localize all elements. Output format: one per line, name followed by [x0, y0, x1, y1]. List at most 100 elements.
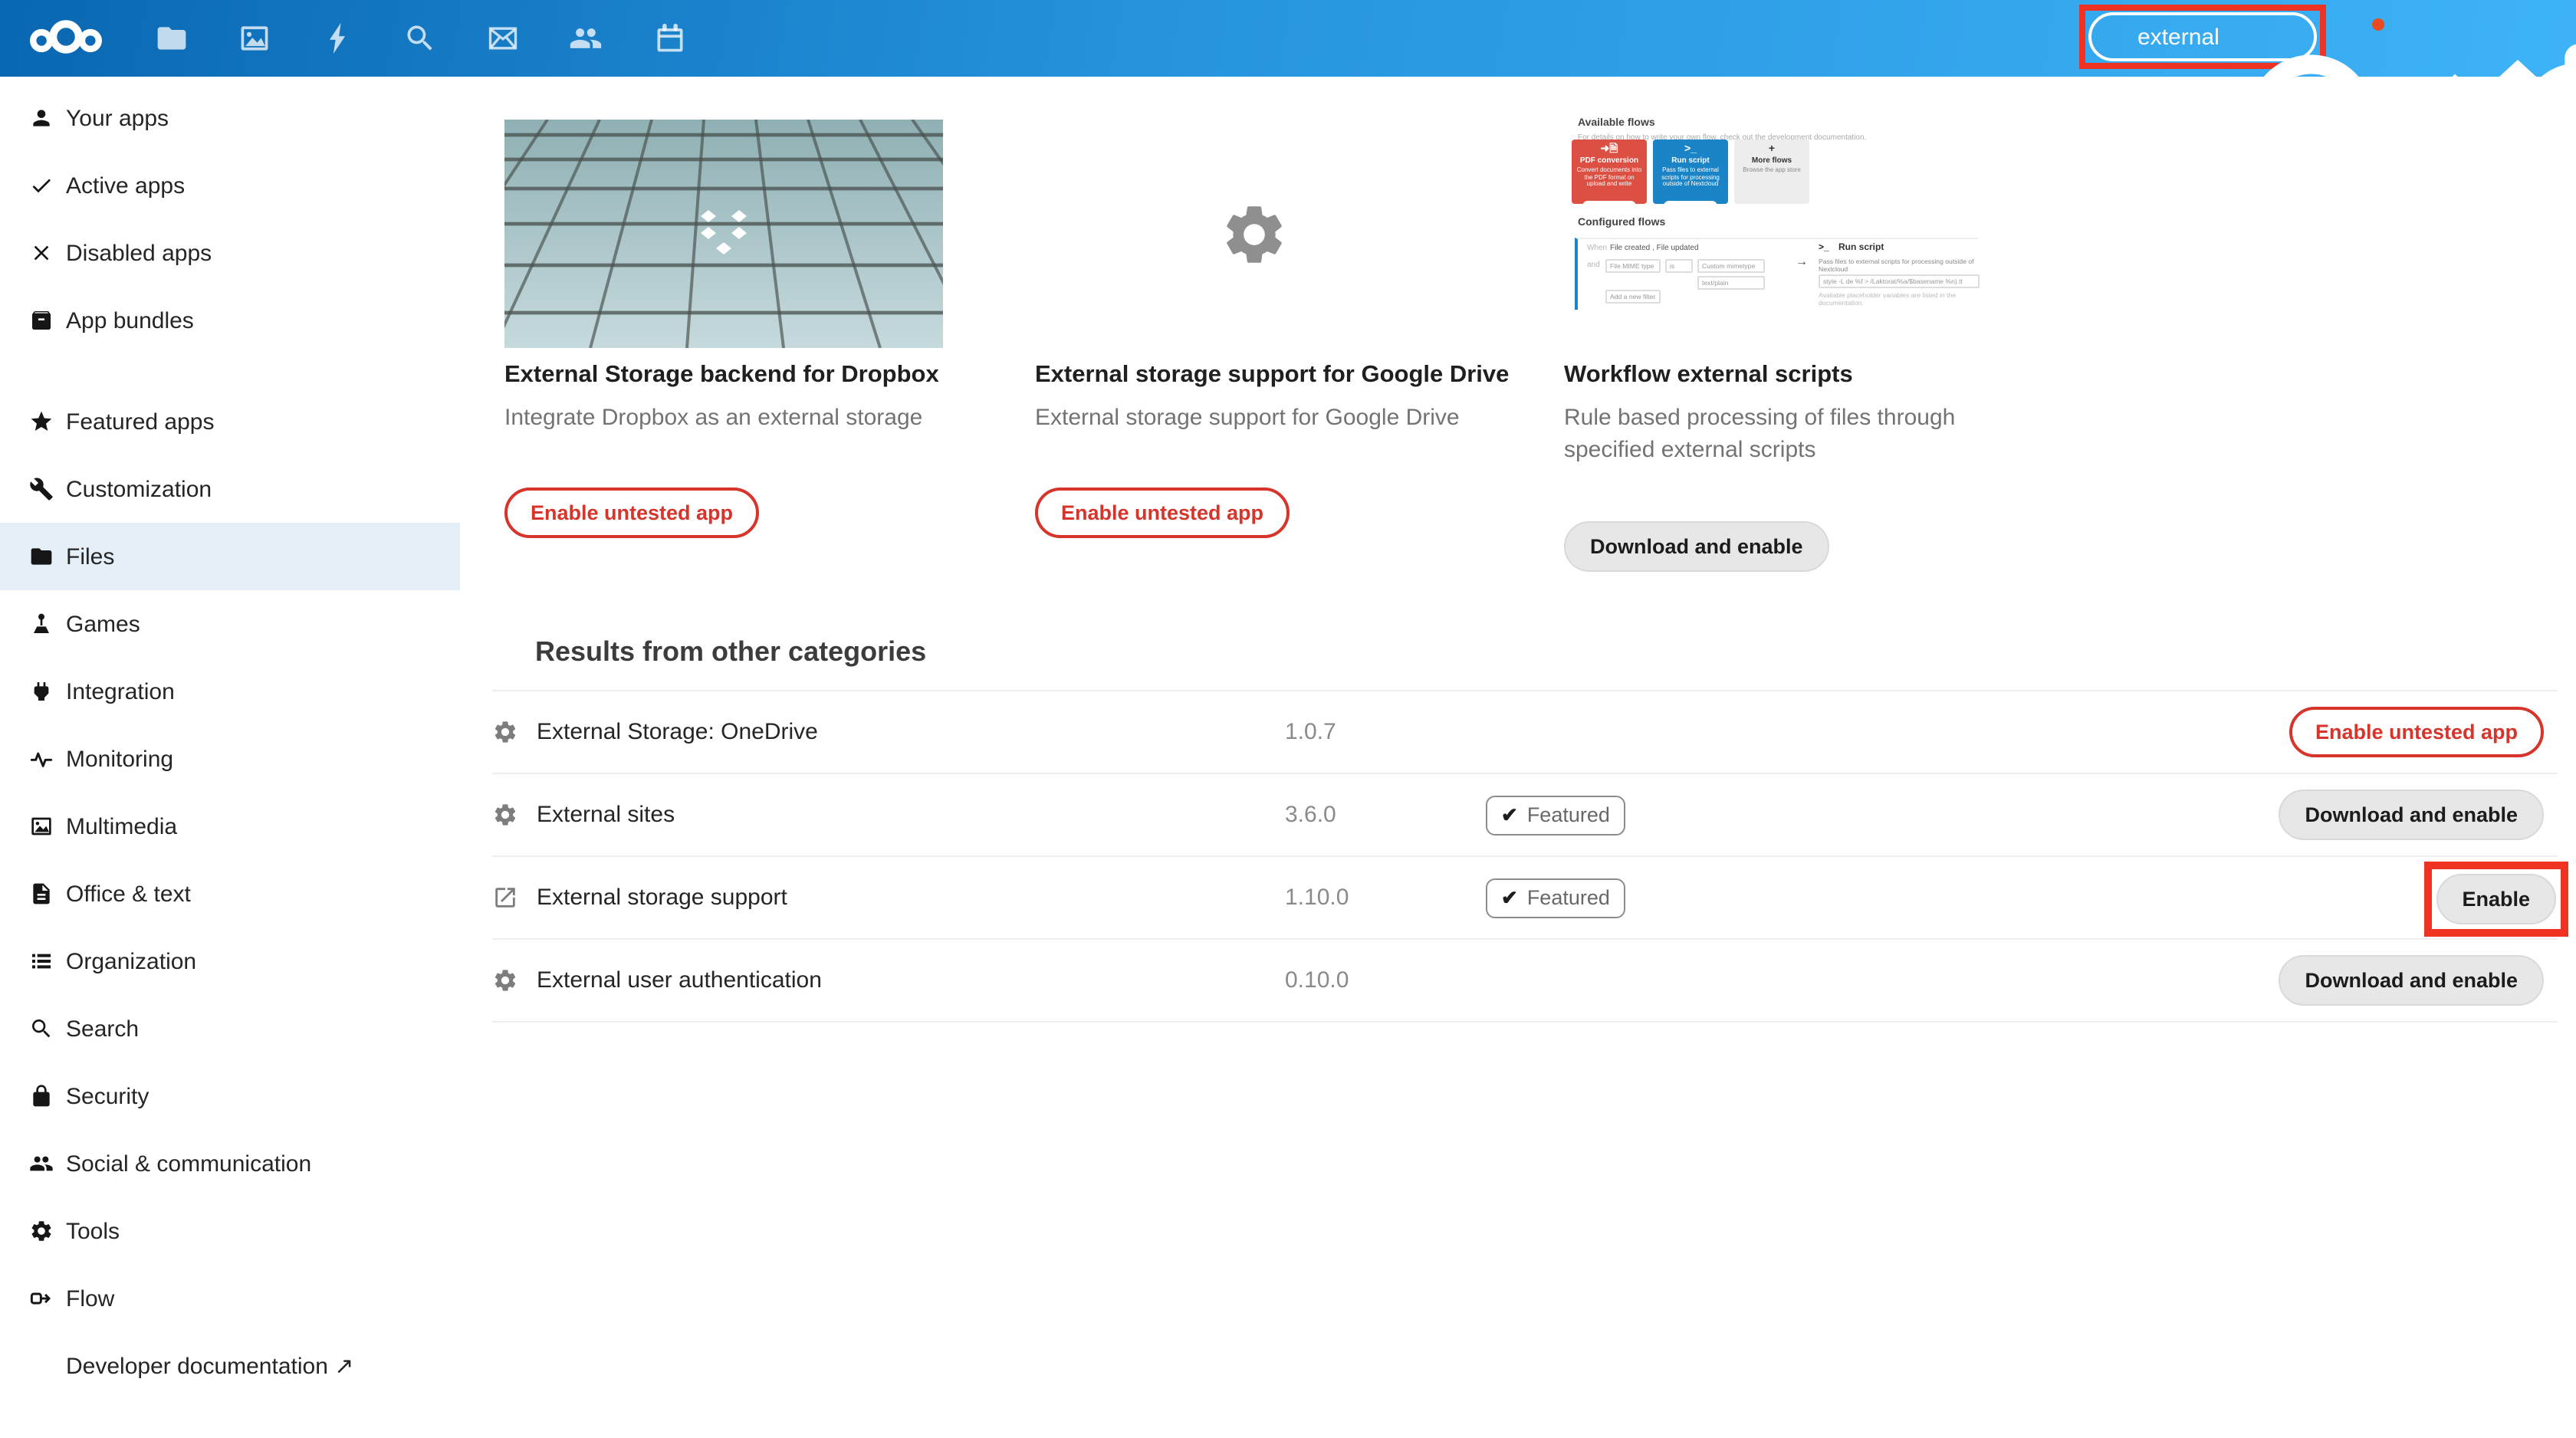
sidebar-item-social-communication[interactable]: Social & communication [0, 1130, 460, 1197]
sidebar-item-multimedia[interactable]: Multimedia [0, 793, 460, 860]
featured-badge: ✔ Featured [1486, 795, 1625, 835]
nextcloud-logo-icon[interactable] [26, 14, 106, 60]
sidebar-item-customization[interactable]: Customization [0, 455, 460, 523]
joystick-icon [29, 612, 54, 636]
bundle-icon [29, 308, 54, 333]
sidebar-item-games[interactable]: Games [0, 590, 460, 658]
folder-icon [29, 544, 54, 569]
pulse-icon [29, 747, 54, 771]
pdf-icon: ➜🗎 [1572, 144, 1647, 156]
mail-icon[interactable] [486, 21, 520, 55]
sidebar-item-search[interactable]: Search [0, 995, 460, 1062]
clear-search-icon[interactable] [2279, 26, 2300, 48]
check-icon: ✔ [1501, 803, 1518, 827]
search-input[interactable] [2137, 24, 2269, 50]
close-icon [29, 241, 54, 265]
sidebar-item-files[interactable]: Files [0, 523, 460, 590]
app-name: External storage support [537, 885, 787, 911]
app-card-subtitle: Rule based processing of files through s… [1564, 402, 1960, 466]
check-icon: ✔ [1501, 885, 1518, 910]
sidebar-item-organization[interactable]: Organization [0, 927, 460, 995]
search-annotation-highlight [2079, 5, 2326, 69]
wrench-icon [29, 477, 54, 501]
lock-icon [29, 1084, 54, 1108]
calendar-icon[interactable] [653, 21, 687, 55]
preview-flow-script: >_ Run script Pass files to external scr… [1653, 140, 1728, 204]
sidebar-item-app-bundles[interactable]: App bundles [0, 287, 460, 354]
enable-untested-app-button[interactable]: Enable untested app [2289, 707, 2544, 757]
preview-flow-more: + More flows Browse the app store [1734, 140, 1809, 204]
search-box[interactable] [2088, 12, 2317, 61]
external-link-icon [492, 885, 518, 911]
top-bar [0, 0, 2576, 77]
dropbox-app-screenshot [504, 120, 943, 348]
enable-annotation-highlight: Enable [2423, 862, 2568, 937]
check-icon [29, 173, 54, 198]
contacts-menu-icon[interactable] [2426, 20, 2461, 55]
gear-icon [492, 802, 518, 828]
arrow-right-icon: → [1796, 254, 1808, 268]
search-icon [2105, 25, 2128, 48]
notifications-bell-icon[interactable] [2349, 20, 2381, 54]
plug-icon [29, 679, 54, 704]
gear-icon [492, 719, 518, 745]
notification-dot [2372, 18, 2384, 31]
sidebar-item-featured-apps[interactable]: Featured apps [0, 388, 460, 455]
app-card-title: External Storage backend for Dropbox [504, 362, 939, 389]
table-row-external-storage-support: External storage support 1.10.0 ✔ Featur… [492, 857, 2558, 940]
preview-configured-flow: When File created , File updated and Fil… [1575, 238, 1978, 310]
plus-icon: + [1734, 144, 1809, 156]
app-version: 3.6.0 [1285, 802, 1336, 828]
active-app-caret [2499, 60, 2536, 77]
download-and-enable-button[interactable]: Download and enable [2279, 790, 2544, 840]
settings-gear-icon[interactable] [2498, 18, 2536, 57]
table-row-external-sites: External sites 3.6.0 ✔ Featured Download… [492, 774, 2558, 857]
files-folder-icon[interactable] [155, 21, 189, 55]
sidebar-item-disabled-apps[interactable]: Disabled apps [0, 219, 460, 287]
app-card-title: External storage support for Google Driv… [1035, 362, 1509, 389]
enable-untested-app-button[interactable]: Enable untested app [1035, 488, 1290, 538]
activity-bolt-icon[interactable] [320, 21, 354, 55]
app-name: External sites [537, 802, 675, 828]
gear-icon [29, 1219, 54, 1243]
apps-sidebar: Your apps Active apps Disabled apps App … [0, 77, 460, 1438]
sidebar-group-gap [0, 354, 460, 388]
sidebar-item-flow[interactable]: Flow [0, 1265, 460, 1332]
preview-flow-pdf: ➜🗎 PDF conversion Convert documents into… [1572, 140, 1647, 204]
app-name: External Storage: OneDrive [537, 719, 818, 745]
app-card-subtitle: Integrate Dropbox as an external storage [504, 402, 922, 434]
terminal-icon: >_ [1653, 144, 1728, 156]
user-icon [29, 106, 54, 130]
sidebar-item-active-apps[interactable]: Active apps [0, 152, 460, 219]
app-card-subtitle: External storage support for Google Driv… [1035, 402, 1460, 434]
preview-configured-flows-title: Configured flows [1578, 218, 1665, 228]
photos-icon[interactable] [238, 21, 271, 55]
enable-untested-app-button[interactable]: Enable untested app [504, 488, 759, 538]
preview-available-flows-title: Available flows [1578, 118, 1655, 129]
sidebar-item-your-apps[interactable]: Your apps [0, 84, 460, 152]
sidebar-item-tools[interactable]: Tools [0, 1197, 460, 1265]
flow-icon [29, 1286, 54, 1311]
download-and-enable-button[interactable]: Download and enable [2279, 955, 2544, 1006]
magnifier-icon [29, 1016, 54, 1041]
app-placeholder-gear-icon [1219, 199, 1290, 270]
results-heading: Results from other categories [535, 636, 926, 668]
document-icon [29, 882, 54, 906]
search-app-icon[interactable] [403, 21, 437, 55]
app-version: 0.10.0 [1285, 967, 1349, 993]
star-icon [29, 409, 54, 434]
list-icon [29, 949, 54, 973]
app-window: Your apps Active apps Disabled apps App … [0, 0, 2576, 1438]
sidebar-item-integration[interactable]: Integration [0, 658, 460, 725]
people-icon [29, 1151, 54, 1176]
download-and-enable-button[interactable]: Download and enable [1564, 521, 1829, 572]
results-table: External Storage: OneDrive 1.0.7 Enable … [492, 690, 2558, 1023]
sidebar-item-office-text[interactable]: Office & text [0, 860, 460, 927]
sidebar-item-security[interactable]: Security [0, 1062, 460, 1130]
contacts-icon[interactable] [569, 21, 603, 55]
table-row-external-user-authentication: External user authentication 0.10.0 Down… [492, 940, 2558, 1023]
developer-documentation-link[interactable]: Developer documentation ↗ [0, 1332, 460, 1400]
sidebar-item-monitoring[interactable]: Monitoring [0, 725, 460, 793]
enable-button[interactable]: Enable [2436, 874, 2556, 924]
app-version: 1.0.7 [1285, 719, 1336, 745]
